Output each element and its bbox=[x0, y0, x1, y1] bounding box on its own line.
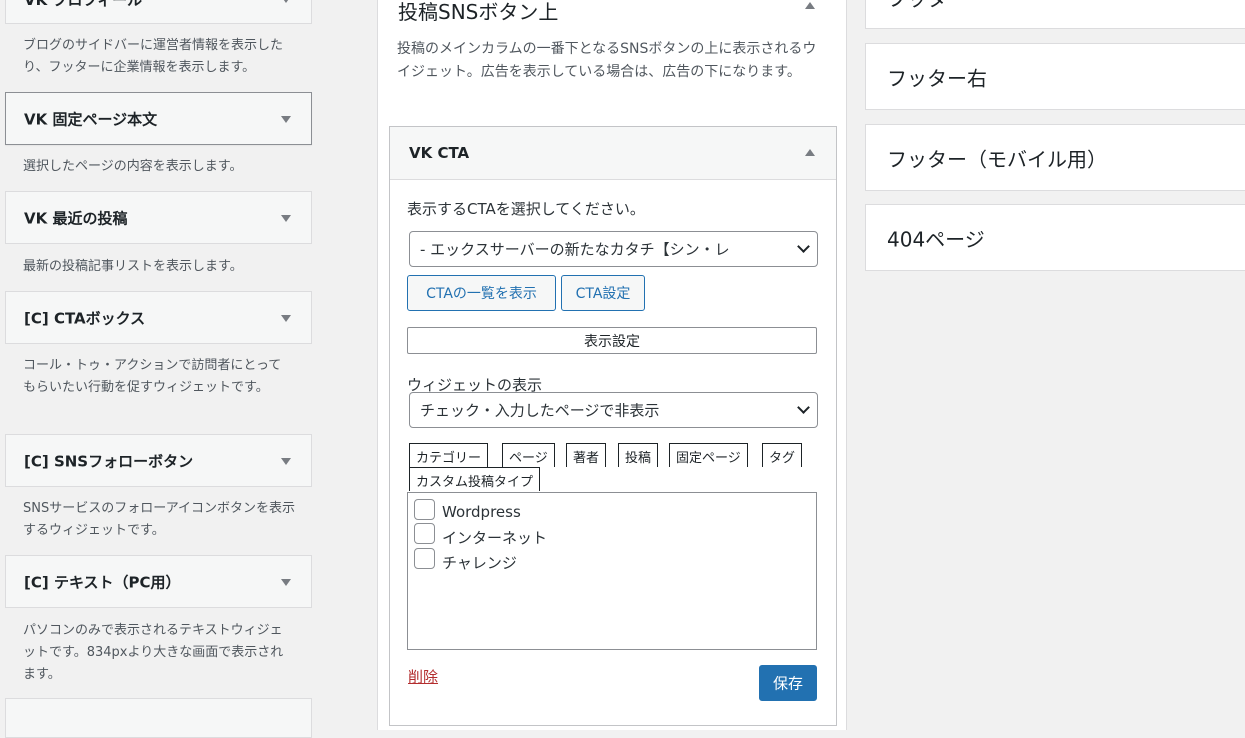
widget-next[interactable] bbox=[5, 698, 312, 738]
widget-vk-page-content[interactable]: VK 固定ページ本文 bbox=[5, 92, 312, 145]
chevron-down-icon[interactable] bbox=[281, 214, 291, 222]
chevron-down-icon[interactable] bbox=[281, 578, 291, 586]
save-button[interactable]: 保存 bbox=[759, 665, 817, 701]
tab-category[interactable]: カテゴリー bbox=[409, 443, 489, 467]
widget-cta-box[interactable]: [C] CTAボックス bbox=[5, 291, 312, 344]
widget-vk-profile[interactable]: VK プロフィール bbox=[5, 0, 312, 24]
cta-settings-button[interactable]: CTA設定 bbox=[561, 275, 645, 311]
checkbox-label: チャレンジ bbox=[442, 554, 517, 572]
tab-custom-post-type[interactable]: カスタム投稿タイプ bbox=[409, 467, 541, 491]
chevron-down-icon[interactable] bbox=[281, 457, 291, 465]
term-checklist: Wordpress インターネット チャレンジ bbox=[407, 492, 817, 650]
delete-link[interactable]: 削除 bbox=[408, 666, 438, 687]
tab-tag[interactable]: タグ bbox=[762, 443, 803, 467]
widget-header[interactable]: VK CTA bbox=[390, 127, 836, 180]
widget-display-select[interactable]: チェック・入力したページで非表示 bbox=[409, 392, 818, 428]
widget-area-title: フッター（モバイル用） bbox=[887, 147, 1107, 171]
widget-area-footer[interactable]: フッター bbox=[865, 0, 1245, 29]
widget-title: VK 最近の投稿 bbox=[24, 209, 128, 227]
widget-title: [C] CTAボックス bbox=[24, 309, 146, 327]
tab-fixed-page[interactable]: 固定ページ bbox=[669, 443, 748, 467]
widget-display-value: チェック・入力したページで非表示 bbox=[420, 401, 660, 420]
widget-area-title: フッター右 bbox=[887, 66, 987, 90]
available-widgets: VK プロフィール ブログのサイドバーに運営者情報を表示したり、フッターに企業情… bbox=[0, 0, 330, 738]
widget-desc: コール・トゥ・アクションで訪問者にとってもらいたい行動を促すウィジェットです。 bbox=[23, 358, 282, 395]
widget-area-title: 404ページ bbox=[887, 227, 985, 251]
tab-author[interactable]: 著者 bbox=[566, 443, 607, 467]
chevron-down-icon bbox=[797, 401, 810, 414]
widget-area-404[interactable]: 404ページ bbox=[865, 204, 1245, 271]
checkbox[interactable] bbox=[414, 523, 435, 544]
widget-title: VK 固定ページ本文 bbox=[24, 110, 158, 128]
chevron-up-icon[interactable] bbox=[805, 2, 815, 9]
button-label: 保存 bbox=[772, 674, 803, 693]
chevron-down-icon[interactable] bbox=[281, 115, 291, 123]
cta-select-value: - エックスサーバーの新たなカタチ【シン・レ bbox=[420, 240, 730, 259]
widget-title: [C] テキスト（PC用） bbox=[24, 573, 181, 591]
cta-list-button[interactable]: CTAの一覧を表示 bbox=[407, 275, 556, 311]
chevron-down-icon[interactable] bbox=[281, 314, 291, 322]
checkbox[interactable] bbox=[414, 499, 435, 520]
widget-vk-recent-posts[interactable]: VK 最近の投稿 bbox=[5, 191, 312, 244]
widget-area-title[interactable]: 投稿SNSボタン上 bbox=[398, 0, 558, 25]
display-settings-button[interactable]: 表示設定 bbox=[407, 327, 817, 354]
widget-area-desc: 投稿のメインカラムの一番下となるSNSボタンの上に表示されるウイジェット。広告を… bbox=[397, 41, 817, 80]
widget-desc: 最新の投稿記事リストを表示します。 bbox=[23, 259, 243, 274]
cta-select-label: 表示するCTAを選択してください。 bbox=[407, 200, 645, 218]
chevron-down-icon bbox=[797, 240, 810, 253]
checkbox-label: インターネット bbox=[442, 529, 548, 547]
checkbox[interactable] bbox=[414, 548, 435, 569]
widget-title: VK プロフィール bbox=[24, 0, 143, 9]
cta-select[interactable]: - エックスサーバーの新たなカタチ【シン・レ bbox=[409, 231, 818, 267]
widget-desc: パソコンのみで表示されるテキストウィジェットです。834pxより大きな画面で表示… bbox=[23, 623, 284, 682]
button-label: CTA設定 bbox=[575, 286, 631, 302]
widget-desc: SNSサービスのフォローアイコンボタンを表示するウィジェットです。 bbox=[23, 501, 296, 538]
widget-desc: ブログのサイドバーに運営者情報を表示したり、フッターに企業情報を表示します。 bbox=[23, 38, 284, 75]
chevron-up-icon[interactable] bbox=[805, 149, 815, 156]
button-label: 表示設定 bbox=[584, 333, 640, 350]
button-label: CTAの一覧を表示 bbox=[426, 286, 537, 302]
widget-area-title: フッター bbox=[887, 0, 967, 12]
tab-page[interactable]: ページ bbox=[502, 443, 555, 467]
widget-title: VK CTA bbox=[409, 144, 470, 162]
tab-post[interactable]: 投稿 bbox=[618, 443, 659, 467]
widget-title: [C] SNSフォローボタン bbox=[24, 452, 194, 470]
widget-area-footer-right[interactable]: フッター右 bbox=[865, 43, 1245, 110]
chevron-down-icon[interactable] bbox=[281, 0, 291, 3]
widget-text-pc[interactable]: [C] テキスト（PC用） bbox=[5, 555, 312, 608]
checkbox-label: Wordpress bbox=[442, 503, 521, 521]
widget-desc: 選択したページの内容を表示します。 bbox=[23, 159, 243, 174]
widget-sns-follow[interactable]: [C] SNSフォローボタン bbox=[5, 434, 312, 487]
widget-area-footer-mobile[interactable]: フッター（モバイル用） bbox=[865, 124, 1245, 191]
